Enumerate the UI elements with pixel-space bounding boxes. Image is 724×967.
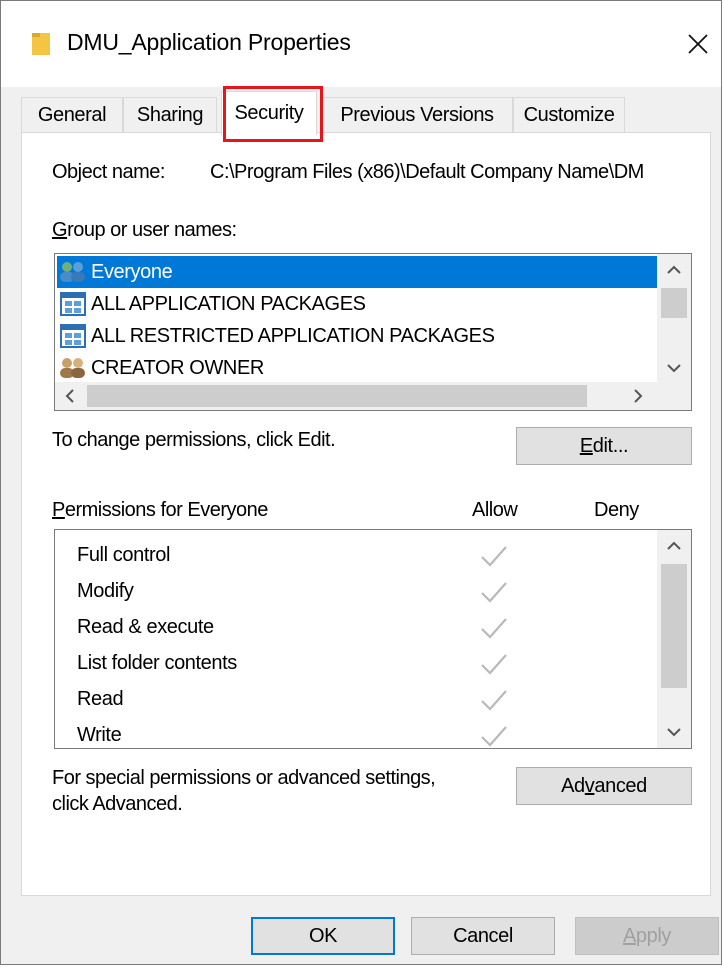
advanced-button[interactable]: Advanced: [516, 767, 692, 805]
tab-sharing[interactable]: Sharing: [123, 97, 217, 133]
tab-previous-versions-label: Previous Versions: [340, 104, 494, 126]
tab-sharing-label: Sharing: [136, 104, 204, 126]
permission-row: List folder contents: [55, 646, 655, 682]
close-icon: [688, 34, 708, 54]
permissions-label-text: ermissions for Everyone: [64, 499, 269, 521]
permission-name: Write: [77, 724, 122, 746]
permission-row: Read & execute: [55, 610, 655, 646]
advanced-button-label: Advanced: [561, 774, 647, 797]
tab-general-label: General: [37, 104, 107, 126]
tab-previous-versions[interactable]: Previous Versions: [321, 97, 513, 133]
close-button[interactable]: [675, 19, 721, 69]
title-bar: DMU_Application Properties: [1, 1, 721, 87]
folder-icon: [31, 31, 51, 57]
tab-general[interactable]: General: [21, 97, 123, 133]
allow-check-icon: [479, 542, 509, 570]
tab-security[interactable]: Security: [221, 91, 317, 135]
scroll-corner: [657, 382, 691, 410]
scroll-up-icon[interactable]: [659, 532, 689, 560]
group-name: Everyone: [91, 260, 173, 283]
permission-name: Read & execute: [77, 616, 214, 638]
list-item[interactable]: ALL RESTRICTED APPLICATION PACKAGES: [57, 320, 657, 352]
group-list[interactable]: Everyone ALL APPLICATION PACKAGES ALL RE…: [54, 253, 692, 411]
permissions-vscrollbar[interactable]: [657, 530, 691, 748]
allow-check-icon: [479, 686, 509, 714]
advanced-hint-line1: For special permissions or advanced sett…: [52, 767, 436, 789]
group-names-label-text: roup or user names:: [67, 219, 237, 241]
scroll-down-icon[interactable]: [659, 718, 689, 746]
advanced-accelerator: v: [584, 774, 595, 797]
group-list-rows: Everyone ALL APPLICATION PACKAGES ALL RE…: [57, 254, 657, 386]
ok-button[interactable]: OK: [251, 917, 395, 955]
apply-accelerator: A: [622, 924, 636, 947]
scroll-thumb[interactable]: [87, 385, 587, 407]
allow-check-icon: [479, 650, 509, 678]
group-list-vscrollbar[interactable]: [657, 254, 691, 384]
group-name: ALL RESTRICTED APPLICATION PACKAGES: [91, 324, 495, 347]
cancel-button[interactable]: Cancel: [411, 917, 555, 955]
permission-row: Full control: [55, 538, 655, 574]
tab-security-label: Security: [234, 102, 304, 124]
tab-customize[interactable]: Customize: [513, 97, 625, 133]
edit-accelerator: E: [579, 434, 593, 457]
group-name: ALL APPLICATION PACKAGES: [91, 292, 366, 315]
scroll-down-icon[interactable]: [659, 354, 689, 382]
group-names-label: Group or user names:: [52, 219, 237, 241]
scroll-thumb[interactable]: [661, 288, 687, 318]
deny-column-header: Deny: [594, 499, 639, 521]
object-name-label: Object name:: [52, 161, 165, 183]
advanced-hint-line2: click Advanced.: [52, 793, 183, 815]
list-item[interactable]: Everyone: [57, 256, 657, 288]
app-package-icon: [57, 320, 89, 352]
scroll-up-icon[interactable]: [659, 256, 689, 284]
permissions-label: Permissions for Everyone: [52, 499, 269, 521]
scroll-left-icon[interactable]: [55, 382, 85, 410]
permission-name: Full control: [77, 544, 171, 566]
list-item[interactable]: CREATOR OWNER: [57, 352, 657, 384]
ok-button-label: OK: [308, 924, 338, 947]
object-name-value: C:\Program Files (x86)\Default Company N…: [210, 161, 644, 183]
window-title: DMU_Application Properties: [67, 29, 351, 55]
apply-button[interactable]: Apply: [575, 917, 719, 955]
properties-dialog: DMU_Application Properties General Shari…: [0, 0, 722, 965]
permission-row: Read: [55, 682, 655, 718]
users-icon: [57, 352, 89, 384]
list-item[interactable]: ALL APPLICATION PACKAGES: [57, 288, 657, 320]
apply-button-label: pply: [635, 924, 672, 947]
scroll-thumb[interactable]: [661, 564, 687, 688]
allow-check-icon: [479, 578, 509, 606]
cancel-button-label: Cancel: [453, 924, 513, 947]
allow-check-icon: [479, 722, 509, 748]
permission-name: Modify: [77, 580, 134, 602]
tab-customize-label: Customize: [523, 104, 615, 126]
allow-column-header: Allow: [472, 499, 518, 521]
permission-row: Modify: [55, 574, 655, 610]
scroll-right-icon[interactable]: [623, 382, 653, 410]
permission-row: Write: [55, 718, 655, 748]
edit-button[interactable]: Edit...: [516, 427, 692, 465]
security-panel: Object name: C:\Program Files (x86)\Defa…: [21, 132, 711, 896]
permission-name: List folder contents: [77, 652, 237, 674]
permission-name: Read: [77, 688, 124, 710]
edit-button-label: dit...: [592, 434, 629, 457]
allow-check-icon: [479, 614, 509, 642]
group-name: CREATOR OWNER: [91, 356, 264, 379]
tab-strip: General Sharing Security Previous Versio…: [21, 91, 711, 135]
app-package-icon: [57, 288, 89, 320]
change-permissions-hint: To change permissions, click Edit.: [52, 429, 336, 451]
users-icon: [57, 256, 89, 288]
group-list-hscrollbar[interactable]: [55, 382, 657, 410]
permissions-list[interactable]: Full control Modify Read & execute List fol…: [54, 529, 692, 749]
